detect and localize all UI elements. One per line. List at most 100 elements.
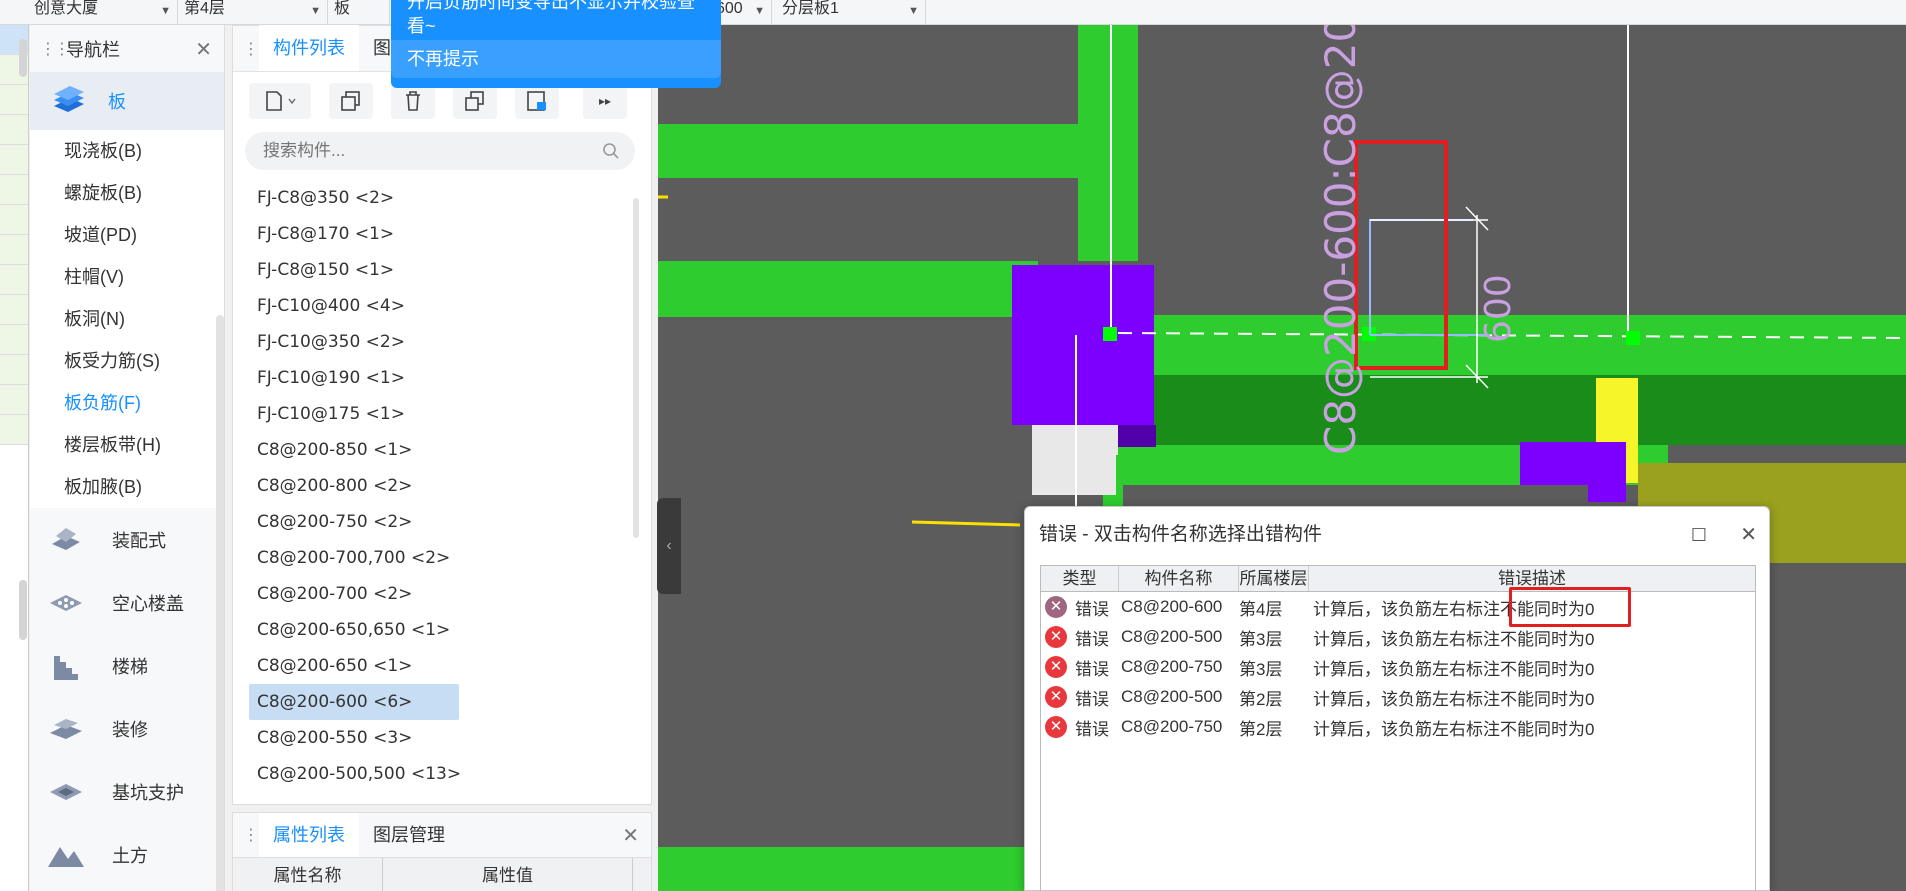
table-row[interactable] (0, 145, 28, 175)
save-template-button[interactable] (515, 83, 559, 119)
list-item[interactable]: C8@200-700 <2> (233, 576, 651, 612)
layer-copy-icon (465, 91, 484, 111)
list-item-label: FJ-C10@350 <2> (257, 332, 405, 352)
layer-select[interactable]: 分层板1 ▼ (778, 0, 926, 24)
top-toolbar: 创意大厦 ▼ 第4层 ▼ 板 600 ▼ 分层板1 ▼ (0, 0, 1906, 25)
table-row[interactable]: ✕ 错误 C8@200-750 第3层 计算后，该负筋左右标注不能同时为0 (1041, 652, 1755, 682)
nav-category-excavation-support[interactable]: 基坑支护 (30, 760, 224, 823)
error-component-name[interactable]: C8@200-500 (1119, 687, 1239, 707)
error-icon: ✕ (1045, 686, 1067, 708)
nav-item-column-cap[interactable]: 柱帽(V) (30, 256, 224, 298)
list-item[interactable]: C8@200-500,500 <13> (233, 756, 651, 792)
table-row[interactable] (0, 85, 28, 115)
scrollbar[interactable] (19, 39, 27, 77)
floor-select[interactable]: 第4层 ▼ (180, 0, 328, 24)
table-row[interactable] (0, 205, 28, 235)
nav-item-slab-negative-rebar[interactable]: 板负筋(F) (30, 382, 224, 424)
list-item[interactable]: C8@200-550 <3> (233, 720, 651, 756)
new-component-button[interactable] (249, 83, 311, 119)
table-row[interactable]: ✕ 错误 C8@200-750 第2层 计算后，该负筋左右标注不能同时为0 (1041, 712, 1755, 742)
list-item[interactable]: C8@200-750 <2> (233, 504, 651, 540)
scrollbar[interactable] (216, 315, 224, 891)
delete-component-button[interactable] (391, 83, 435, 119)
table-row[interactable] (0, 265, 28, 295)
search-input[interactable] (263, 141, 593, 161)
nav-item-floor-strip[interactable]: 楼层板带(H) (30, 424, 224, 466)
list-item-label: C8@200-700 <2> (257, 584, 413, 604)
list-item[interactable]: C8@200-650,650 <1> (233, 612, 651, 648)
table-row[interactable]: ✕ 错误 C8@200-500 第2层 计算后，该负筋左右标注不能同时为0 (1041, 682, 1755, 712)
table-row[interactable] (0, 175, 28, 205)
nav-item-ramp[interactable]: 坡道(PD) (30, 214, 224, 256)
table-row[interactable] (0, 355, 28, 385)
table-row[interactable] (0, 295, 28, 325)
drag-handle-icon[interactable]: ⋮⋮ (233, 39, 273, 71)
list-item-label: FJ-C10@175 <1> (257, 404, 405, 424)
search-box[interactable] (245, 132, 635, 170)
nav-category-stairs[interactable]: 楼梯 (30, 634, 224, 697)
tab-property-list[interactable]: 属性列表 (259, 813, 359, 857)
nav-category-earthwork[interactable]: 土方 (30, 823, 224, 886)
panel-splitter-handle[interactable]: ‹ (657, 498, 681, 594)
list-item[interactable]: FJ-C10@400 <4> (233, 288, 651, 324)
error-type: 错误 (1075, 659, 1109, 679)
dont-remind-button[interactable]: 不再提示 (391, 40, 721, 78)
component-select[interactable]: 600 ▼ (712, 0, 772, 24)
table-row[interactable]: ✕ 错误 C8@200-500 第3层 计算后，该负筋左右标注不能同时为0 (1041, 622, 1755, 652)
table-row[interactable] (0, 115, 28, 145)
nav-item-cast-slab[interactable]: 现浇板(B) (30, 130, 224, 172)
scrollbar[interactable] (633, 198, 639, 538)
nav-category-hollow-floor[interactable]: 空心楼盖 (30, 571, 224, 634)
drag-handle-icon[interactable]: ⋮⋮ (40, 39, 70, 59)
nav-category-prefab[interactable]: 装配式 (30, 508, 224, 571)
error-component-name[interactable]: C8@200-750 (1119, 717, 1239, 737)
close-icon[interactable]: ✕ (195, 37, 212, 62)
layer-copy-button[interactable] (453, 83, 497, 119)
earthwork-icon (48, 846, 84, 867)
nav-category-slab[interactable]: 板 (30, 72, 224, 130)
nav-item-slab-hole[interactable]: 板洞(N) (30, 298, 224, 340)
chevron-down-icon: ▼ (754, 5, 765, 17)
list-item[interactable]: FJ-C8@150 <1> (233, 252, 651, 288)
tab-component-list[interactable]: 构件列表 (259, 25, 359, 71)
list-item[interactable]: C8@200-700,700 <2> (233, 540, 651, 576)
drag-handle-icon[interactable]: ⋮⋮ (233, 825, 273, 845)
table-row[interactable] (0, 235, 28, 265)
list-item[interactable]: FJ-C8@170 <1> (233, 216, 651, 252)
list-item[interactable]: FJ-C10@175 <1> (233, 396, 651, 432)
close-icon[interactable]: ✕ (1740, 507, 1757, 563)
list-item[interactable]: C8@200-650 <1> (233, 648, 651, 684)
error-component-name[interactable]: C8@200-600 (1119, 597, 1239, 617)
copy-component-button[interactable] (329, 83, 373, 119)
list-item[interactable]: FJ-C8@350 <2> (233, 180, 651, 216)
tab-layer-management[interactable]: 图层管理 (359, 813, 459, 857)
project-select[interactable]: 创意大厦 ▼ (30, 0, 178, 24)
list-item[interactable]: FJ-C10@350 <2> (233, 324, 651, 360)
nav-item-slab-haunch[interactable]: 板加腋(B) (30, 466, 224, 508)
list-item[interactable]: FJ-C10@190 <1> (233, 360, 651, 396)
type-select[interactable]: 板 (330, 0, 390, 24)
error-component-name[interactable]: C8@200-500 (1119, 627, 1239, 647)
table-row[interactable] (0, 415, 28, 445)
new-file-icon (266, 91, 296, 111)
nav-item-slab-main-rebar[interactable]: 板受力筋(S) (30, 340, 224, 382)
nav-item-spiral-slab[interactable]: 螺旋板(B) (30, 172, 224, 214)
more-tools-button[interactable]: ▸▸ (583, 83, 627, 119)
search-icon[interactable] (601, 141, 621, 161)
nav-category-decoration[interactable]: 装修 (30, 697, 224, 760)
maximize-icon[interactable]: ☐ (1691, 507, 1707, 563)
property-table-header: 属性名称 属性值 (233, 857, 651, 891)
beam (1078, 25, 1138, 261)
tooltip-message: 开启负筋时间变导出不显示并校验查看~ (407, 0, 695, 36)
table-row[interactable]: ✕ 错误 C8@200-600 第4层 计算后，该负筋左右标注不能同时为0 (1041, 592, 1755, 622)
scrollbar[interactable] (19, 580, 27, 640)
list-item-selected[interactable]: C8@200-600 <6> (233, 684, 651, 720)
table-row[interactable] (0, 325, 28, 355)
floor-select-value: 第4层 (184, 0, 225, 17)
excavation-support-icon (50, 783, 82, 800)
list-item[interactable]: C8@200-800 <2> (233, 468, 651, 504)
close-icon[interactable]: ✕ (622, 823, 639, 848)
error-component-name[interactable]: C8@200-750 (1119, 657, 1239, 677)
table-row[interactable] (0, 385, 28, 415)
list-item[interactable]: C8@200-850 <1> (233, 432, 651, 468)
